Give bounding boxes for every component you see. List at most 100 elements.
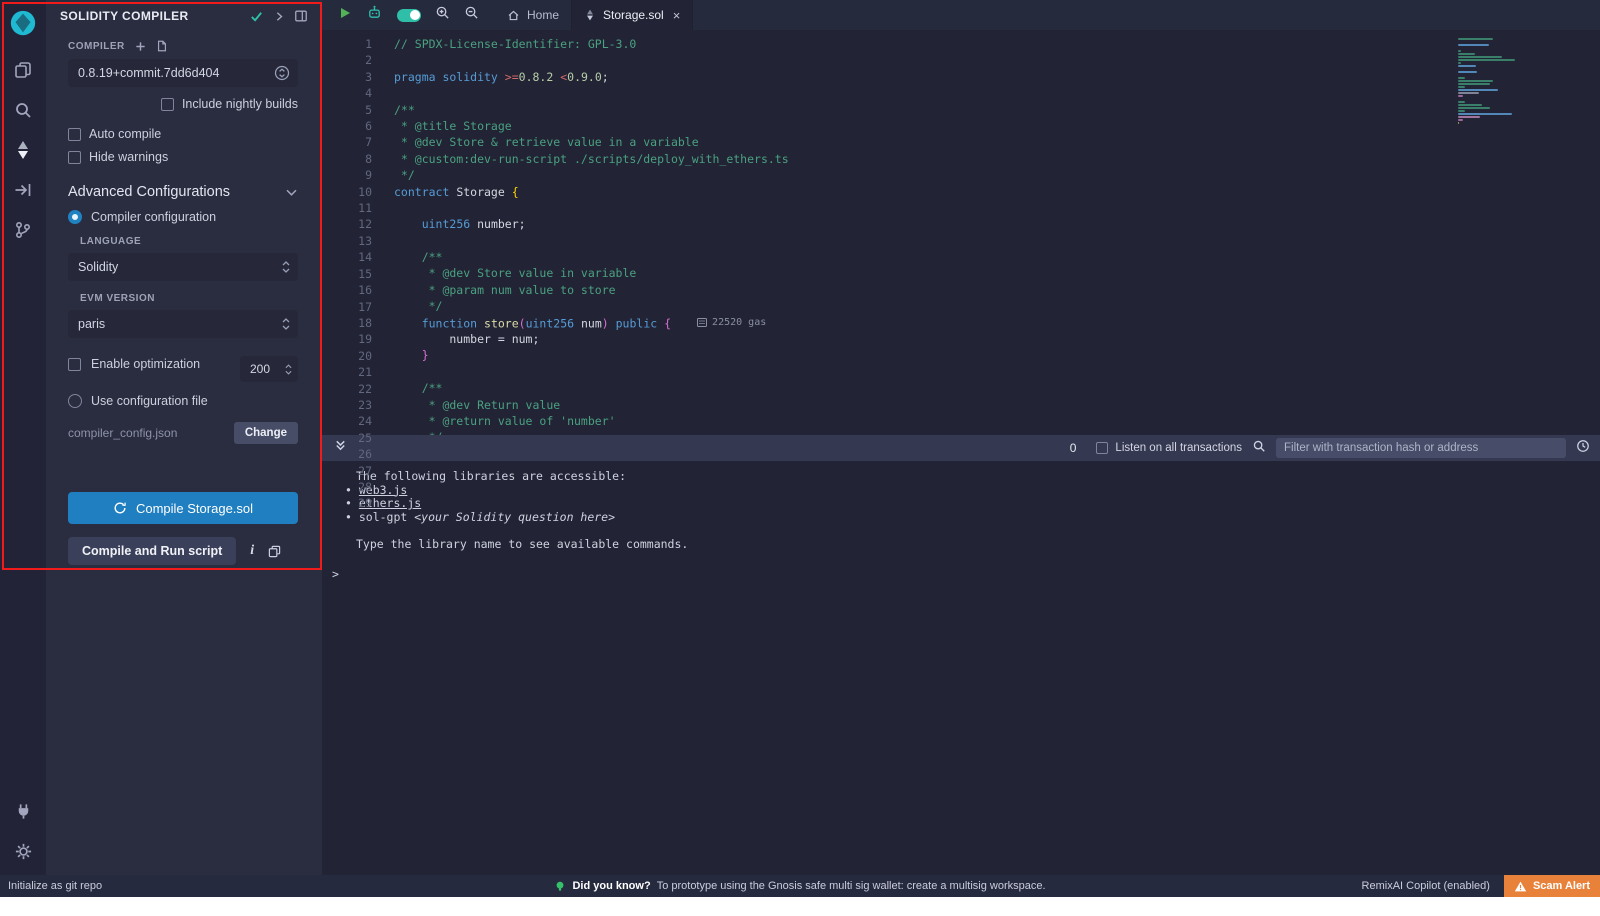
git-icon[interactable] — [11, 218, 35, 242]
code-line[interactable]: */ — [394, 298, 1458, 314]
line-number[interactable]: 17 — [322, 299, 372, 315]
advanced-configurations-toggle[interactable]: Advanced Configurations — [68, 184, 298, 200]
line-number[interactable]: 10 — [322, 184, 372, 200]
code-line[interactable]: uint256 number; — [394, 216, 1458, 232]
code-area[interactable]: // SPDX-License-Identifier: GPL-3.0 pragm… — [372, 30, 1458, 435]
code-line[interactable]: */ — [394, 167, 1458, 183]
line-number[interactable]: 16 — [322, 282, 372, 298]
code-line[interactable]: number = num; — [394, 331, 1458, 347]
line-number[interactable]: 12 — [322, 216, 372, 232]
compile-button[interactable]: Compile Storage.sol — [68, 492, 298, 524]
compile-and-run-button[interactable]: Compile and Run script — [68, 537, 236, 565]
code-line[interactable]: * @param num value to store — [394, 282, 1458, 298]
use-configuration-file-radio[interactable]: Use configuration file — [68, 394, 298, 408]
language-select[interactable]: Solidity — [68, 253, 298, 281]
code-line[interactable]: function store(uint256 num) public {2252… — [394, 315, 1458, 331]
chevron-right-icon[interactable] — [274, 10, 284, 23]
enable-optimization-checkbox[interactable] — [68, 358, 81, 371]
add-version-icon[interactable] — [135, 41, 146, 52]
line-number[interactable]: 7 — [322, 134, 372, 150]
code-line[interactable]: /** — [394, 249, 1458, 265]
zoom-out-icon[interactable] — [464, 5, 479, 25]
auto-compile-checkbox[interactable] — [68, 128, 81, 141]
compiler-version-select[interactable]: 0.8.19+commit.7dd6d404 — [68, 59, 298, 87]
line-number[interactable]: 2 — [322, 52, 372, 68]
info-icon[interactable]: i — [250, 543, 254, 559]
code-line[interactable]: * @dev Store value in variable — [394, 265, 1458, 281]
hide-warnings-checkbox[interactable] — [68, 151, 81, 164]
ai-copilot-toggle[interactable] — [397, 9, 421, 22]
code-line[interactable] — [394, 364, 1458, 380]
code-line[interactable]: /** — [394, 380, 1458, 396]
zoom-in-icon[interactable] — [435, 5, 450, 25]
code-line[interactable] — [394, 85, 1458, 101]
line-number[interactable]: 27 — [322, 463, 372, 479]
listen-transactions-checkbox[interactable] — [1096, 442, 1108, 454]
line-number[interactable]: 20 — [322, 348, 372, 364]
line-number[interactable]: 6 — [322, 118, 372, 134]
evm-version-select[interactable]: paris — [68, 310, 298, 338]
close-tab-icon[interactable]: × — [673, 8, 681, 23]
code-line[interactable] — [394, 200, 1458, 216]
optimization-runs-input[interactable]: 200 — [240, 356, 298, 382]
open-file-icon[interactable] — [156, 40, 168, 52]
compiler-configuration-radio[interactable]: Compiler configuration — [68, 210, 298, 224]
line-number[interactable]: 9 — [322, 167, 372, 183]
copy-icon[interactable] — [268, 545, 281, 558]
ai-assistant-icon[interactable] — [366, 4, 383, 26]
scam-alert-badge[interactable]: Scam Alert — [1504, 875, 1600, 897]
tab-storage-sol[interactable]: Storage.sol × — [572, 0, 693, 30]
line-number[interactable]: 23 — [322, 397, 372, 413]
code-line[interactable]: * @title Storage — [394, 118, 1458, 134]
copilot-status[interactable]: RemixAI Copilot (enabled) — [1362, 880, 1490, 892]
transaction-filter-input[interactable] — [1276, 438, 1566, 458]
line-number[interactable]: 11 — [322, 200, 372, 216]
plugin-manager-icon[interactable] — [11, 799, 35, 823]
remix-logo[interactable] — [8, 8, 38, 38]
line-number[interactable]: 19 — [322, 331, 372, 347]
line-number[interactable]: 5 — [322, 102, 372, 118]
line-number[interactable]: 21 — [322, 364, 372, 380]
code-line[interactable]: /** — [394, 102, 1458, 118]
code-line[interactable]: // SPDX-License-Identifier: GPL-3.0 — [394, 36, 1458, 52]
code-line[interactable] — [394, 233, 1458, 249]
line-number[interactable]: 26 — [322, 446, 372, 462]
code-line[interactable]: * @dev Return value — [394, 397, 1458, 413]
line-number[interactable]: 25 — [322, 430, 372, 446]
terminal-prompt[interactable]: > — [332, 568, 1600, 582]
line-number[interactable]: 8 — [322, 151, 372, 167]
line-number[interactable]: 14 — [322, 249, 372, 265]
minimap[interactable] — [1458, 30, 1570, 435]
change-config-button[interactable]: Change — [234, 422, 298, 444]
terminal-search-icon[interactable] — [1252, 439, 1266, 458]
code-line[interactable]: * @dev Store & retrieve value in a varia… — [394, 134, 1458, 150]
code-line[interactable] — [394, 52, 1458, 68]
deploy-run-icon[interactable] — [11, 178, 35, 202]
line-number[interactable]: 15 — [322, 266, 372, 282]
line-number[interactable]: 4 — [322, 85, 372, 101]
code-editor[interactable]: 1234567891011121314151617181920212223242… — [322, 30, 1600, 435]
code-line[interactable]: * @custom:dev-run-script ./scripts/deplo… — [394, 151, 1458, 167]
history-clock-icon[interactable] — [1576, 439, 1590, 458]
tab-home[interactable]: Home — [495, 0, 572, 30]
pin-panel-icon[interactable] — [294, 9, 308, 23]
line-number[interactable]: 22 — [322, 381, 372, 397]
line-number[interactable]: 28 — [322, 479, 372, 495]
code-line[interactable]: pragma solidity >=0.8.2 <0.9.0; — [394, 69, 1458, 85]
line-number[interactable]: 13 — [322, 233, 372, 249]
code-line[interactable]: */ — [394, 429, 1458, 435]
line-number[interactable]: 18 — [322, 315, 372, 331]
run-script-icon[interactable] — [338, 6, 352, 25]
code-line[interactable]: contract Storage { — [394, 184, 1458, 200]
solidity-compiler-icon[interactable] — [11, 138, 35, 162]
code-line[interactable]: * @return value of 'number' — [394, 413, 1458, 429]
line-number[interactable]: 24 — [322, 413, 372, 429]
include-nightly-checkbox[interactable] — [161, 98, 174, 111]
terminal[interactable]: The following libraries are accessible:•… — [322, 461, 1600, 875]
code-line[interactable]: } — [394, 347, 1458, 363]
git-init-status[interactable]: Initialize as git repo — [0, 880, 102, 892]
line-number[interactable]: 29 — [322, 495, 372, 511]
line-number[interactable]: 3 — [322, 69, 372, 85]
search-icon[interactable] — [11, 98, 35, 122]
file-explorer-icon[interactable] — [11, 58, 35, 82]
